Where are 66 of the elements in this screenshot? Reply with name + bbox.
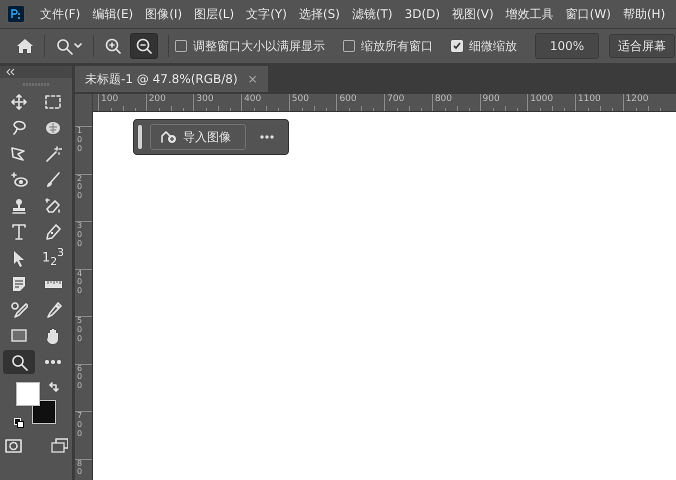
menu-item[interactable]: 编辑(E) <box>86 6 140 22</box>
menu-item[interactable]: 帮助(H) <box>616 6 672 22</box>
ruler-label: 700 <box>77 412 84 438</box>
ruler-label: 500 <box>77 317 84 344</box>
menu-item[interactable]: 增效工具 <box>500 6 560 22</box>
menu-item[interactable]: 图像(I) <box>139 6 188 22</box>
panel-grip-icon <box>22 82 50 87</box>
import-image-button[interactable]: 导入图像 <box>150 124 246 150</box>
ruler-label: 400 <box>77 270 84 296</box>
menu-item[interactable]: 滤镜(T) <box>346 6 399 22</box>
menu-item[interactable]: 窗口(W) <box>560 6 617 22</box>
tool-button[interactable] <box>3 350 35 374</box>
zoom-out-icon <box>135 37 153 55</box>
color-sampler-icon <box>10 301 28 319</box>
pen-nib-icon <box>44 223 62 241</box>
zoom-out-button[interactable] <box>130 33 158 59</box>
checkbox-label: 调整窗口大小以满屏显示 <box>193 38 325 54</box>
note-icon <box>10 275 28 293</box>
default-colors-icon[interactable] <box>14 418 24 428</box>
type-icon <box>10 223 28 241</box>
quick-mask-icon <box>4 437 22 455</box>
collapse-icon[interactable] <box>6 68 16 76</box>
dashed-rectangle-icon <box>44 93 62 111</box>
checkbox[interactable] <box>175 40 187 52</box>
eye-icon <box>10 171 28 189</box>
zoom-percent-field[interactable]: 100% <box>535 33 599 59</box>
checkbox-label: 细微缩放 <box>469 38 517 54</box>
search-icon <box>55 37 73 55</box>
brush-icon <box>44 171 62 189</box>
move-icon <box>10 93 28 111</box>
caret-icon <box>73 42 83 50</box>
close-tab-button[interactable]: × <box>248 72 258 86</box>
ruler-label: 600 <box>77 364 84 391</box>
document-title: 未标题-1 @ 47.8%(RGB/8) <box>85 70 238 88</box>
magic-wand-icon <box>44 145 62 163</box>
menu-item[interactable]: 视图(V) <box>446 6 500 22</box>
lasso-icon <box>10 119 28 137</box>
more-icon <box>260 135 274 139</box>
app-logo-icon <box>8 6 24 22</box>
ruler-label: 100 <box>77 127 84 154</box>
fit-screen-button[interactable]: 适合屏幕 <box>609 34 675 58</box>
ruler-label: 200 <box>77 174 84 201</box>
swap-arrow-icon[interactable] <box>48 382 60 394</box>
ruler-label: 300 <box>77 222 84 248</box>
stamp-icon <box>10 197 28 215</box>
search-icon <box>10 353 28 371</box>
background-swatch[interactable] <box>32 400 56 424</box>
menu-item[interactable]: 文字(Y) <box>240 6 293 22</box>
screen-mode-icon <box>50 437 68 455</box>
eraser-icon <box>44 197 62 215</box>
ruler-label: 200 <box>146 94 194 111</box>
zoom-in-icon <box>104 37 122 55</box>
ruler-label: 500 <box>288 94 336 111</box>
menu-item[interactable]: 文件(F) <box>34 6 86 22</box>
document-tab[interactable]: 未标题-1 @ 47.8%(RGB/8) × <box>75 66 268 92</box>
checkbox[interactable] <box>343 40 355 52</box>
drag-handle[interactable] <box>138 125 142 149</box>
more-icon <box>44 359 62 365</box>
menu-item[interactable]: 3D(D) <box>398 7 446 21</box>
image-add-icon <box>161 130 177 144</box>
menu-item[interactable]: 选择(S) <box>292 6 346 22</box>
foreground-swatch[interactable] <box>16 382 40 406</box>
checkbox-label: 缩放所有窗口 <box>361 38 433 54</box>
ruler-label: 80 <box>77 460 84 478</box>
home-icon <box>16 38 34 54</box>
menu-item[interactable]: 图层(L) <box>188 6 240 22</box>
